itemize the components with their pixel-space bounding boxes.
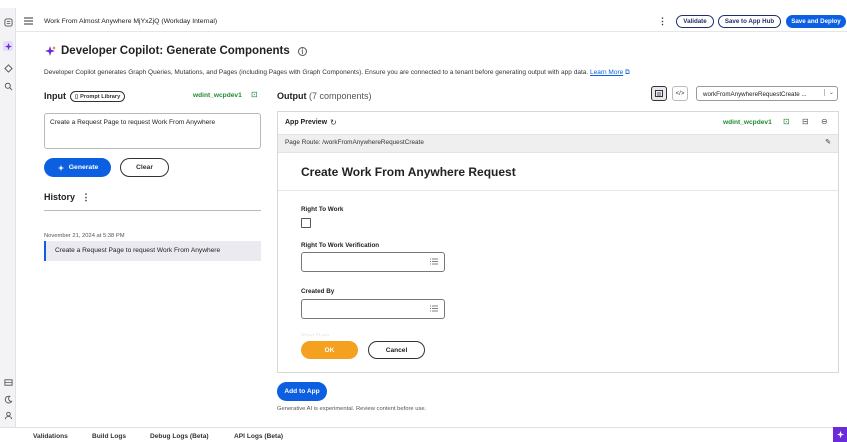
input-heading: Input: [44, 91, 66, 101]
refresh-icon[interactable]: ↻: [330, 118, 337, 127]
app-context: (Workday Internal): [161, 18, 218, 25]
info-icon[interactable]: i: [297, 46, 307, 56]
app-preview-label: App Preview: [285, 119, 328, 126]
preview-header: App Preview ↻ wdint_wcpdev1 ⊡ ⊟ ⊖: [278, 112, 838, 135]
tenant-connect-icon[interactable]: ⊡: [783, 117, 790, 126]
created-by-select[interactable]: [301, 299, 445, 319]
app-name: Work From Almost Anywhere MjYxZjQ: [44, 18, 160, 25]
menu-icon[interactable]: [24, 17, 33, 27]
history-divider: [44, 210, 261, 211]
created-by-label: Created By: [301, 288, 335, 295]
generate-button[interactable]: Generate: [44, 158, 111, 177]
preview-tenant: wdint_wcpdev1: [723, 119, 772, 126]
user-icon[interactable]: [3, 410, 13, 420]
page-description: Developer Copilot generates Graph Querie…: [44, 69, 630, 77]
route-divider: [278, 152, 838, 153]
list-icon: [430, 258, 438, 265]
tenant-label: wdint_wcpdev1: [193, 92, 242, 99]
book-icon: ▯: [75, 93, 79, 100]
page-title-text: Developer Copilot: Generate Components: [61, 45, 290, 57]
ai-disclaimer: Generative AI is experimental. Review co…: [277, 406, 427, 412]
right-to-work-label: Right To Work: [301, 206, 344, 213]
output-heading-text: Output: [277, 91, 307, 101]
tenant-connect-icon[interactable]: ⊡: [251, 90, 258, 99]
copilot-launcher-button[interactable]: [833, 427, 847, 442]
sparkle-icon: [45, 46, 56, 56]
tab-debug-logs[interactable]: Debug Logs (Beta): [150, 433, 209, 440]
app-logo-icon[interactable]: [3, 17, 13, 27]
right-to-work-verification-label: Right To Work Verification: [301, 242, 380, 249]
chevron-down-icon: ⌄: [823, 89, 834, 96]
learn-more-link[interactable]: Learn More: [590, 69, 623, 76]
preview-view-toggle[interactable]: [651, 86, 667, 101]
history-item[interactable]: Create a Request Page to request Work Fr…: [44, 241, 261, 261]
right-to-work-checkbox[interactable]: [301, 218, 311, 228]
tab-api-logs[interactable]: API Logs (Beta): [234, 433, 283, 440]
panel-icon[interactable]: [3, 377, 13, 387]
page-route: Page Route: /workFromAnywhereRequestCrea…: [278, 135, 838, 152]
more-options-icon[interactable]: ⋮: [658, 16, 667, 27]
code-view-toggle[interactable]: </>: [672, 86, 688, 101]
history-heading: History ⋮: [44, 192, 91, 203]
generate-label: Generate: [68, 164, 99, 171]
form-title: Create Work From Anywhere Request: [301, 165, 516, 179]
add-to-app-button[interactable]: Add to App: [277, 382, 327, 401]
external-link-icon[interactable]: ⧉: [625, 69, 630, 76]
clear-button[interactable]: Clear: [120, 158, 169, 177]
sparkle-icon: [836, 430, 844, 439]
sparkle-icon: [57, 164, 64, 171]
page-title: Developer Copilot: Generate Components i: [44, 45, 307, 57]
copilot-sparkle-icon[interactable]: [3, 41, 13, 51]
form-divider: [278, 190, 838, 191]
top-bar: Work From Almost Anywhere MjYxZjQ (Workd…: [16, 12, 847, 32]
preview-icon: [655, 90, 663, 97]
search-icon[interactable]: [3, 81, 13, 91]
ok-button[interactable]: OK: [301, 341, 358, 359]
validate-button[interactable]: Validate: [676, 15, 714, 28]
component-select[interactable]: workFromAnywhereRequestCreate ... ⌄: [696, 86, 838, 101]
app-preview-panel: App Preview ↻ wdint_wcpdev1 ⊡ ⊟ ⊖ Page R…: [277, 111, 839, 373]
moon-icon[interactable]: [3, 394, 13, 404]
bottom-tab-bar: Validations Build Logs Debug Logs (Beta)…: [0, 427, 847, 442]
zoom-icon[interactable]: ⊖: [821, 117, 828, 126]
left-rail: [0, 8, 16, 442]
history-date: November 21, 2024 at 5:38 PM: [44, 233, 125, 239]
right-to-work-verification-select[interactable]: [301, 252, 445, 272]
expand-icon[interactable]: ⊟: [802, 117, 809, 126]
prompt-library-label: Prompt Library: [80, 93, 121, 100]
list-icon: [430, 305, 438, 312]
page-route-text: Page Route: /workFromAnywhereRequestCrea…: [285, 139, 424, 146]
cancel-button[interactable]: Cancel: [368, 341, 425, 359]
history-more-icon[interactable]: ⋮: [82, 192, 91, 202]
save-to-app-hub-button[interactable]: Save to App Hub: [718, 15, 781, 28]
app-title: Work From Almost Anywhere MjYxZjQ (Workd…: [44, 18, 217, 25]
component-select-value: workFromAnywhereRequestCreate ...: [703, 91, 807, 98]
action-bar: [278, 336, 838, 372]
description-text: Developer Copilot generates Graph Querie…: [44, 69, 589, 76]
tab-build-logs[interactable]: Build Logs: [92, 433, 126, 440]
prompt-library-button[interactable]: ▯ Prompt Library: [70, 91, 126, 102]
history-heading-text: History: [44, 192, 76, 202]
save-and-deploy-button[interactable]: Save and Deploy: [786, 15, 846, 28]
tab-validations[interactable]: Validations: [33, 433, 68, 440]
edit-pencil-icon[interactable]: ✎: [825, 138, 831, 146]
output-count: (7 components): [309, 91, 372, 101]
diamond-icon[interactable]: [3, 63, 13, 73]
prompt-textarea[interactable]: Create a Request Page to request Work Fr…: [44, 113, 261, 149]
output-heading: Output (7 components): [277, 91, 372, 101]
